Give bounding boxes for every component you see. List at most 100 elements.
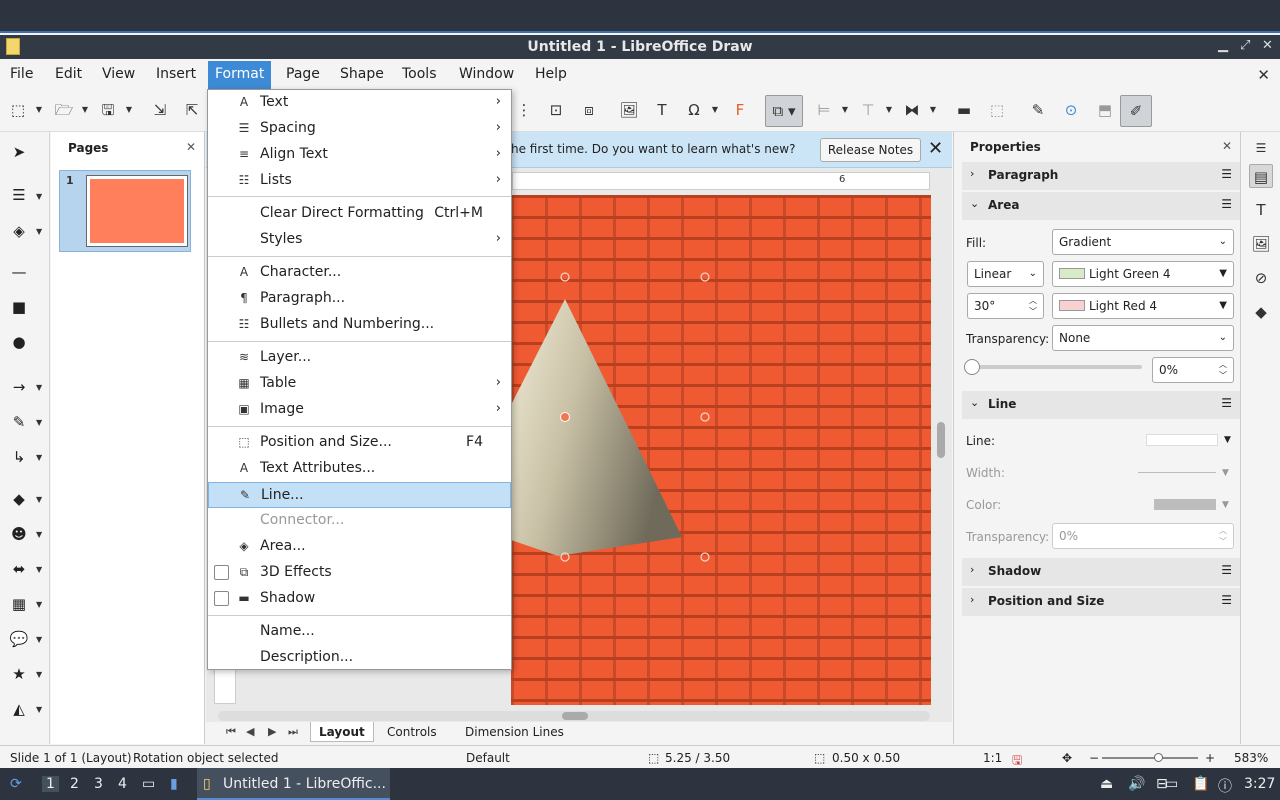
line-color-swatch[interactable] [1154, 499, 1216, 510]
page-thumbnail-1[interactable]: 1 [59, 170, 191, 252]
release-notes-button[interactable]: Release Notes [820, 138, 921, 162]
special-character-dropdown-icon[interactable]: ▼ [710, 100, 720, 120]
updates-icon[interactable]: ⓘ [1218, 776, 1232, 796]
zoom-in-icon[interactable]: + [1205, 751, 1215, 765]
align-objects-icon[interactable]: ⊨ [814, 100, 834, 120]
zoom-dropdown-icon[interactable]: ▼ [34, 100, 44, 120]
symbol-shapes-dropdown-icon[interactable]: ▼ [36, 530, 42, 539]
line-transparency-spinner[interactable]: 0% ︿ ﹀ [1052, 523, 1234, 549]
menu-item-shadow[interactable]: ▬ Shadow [208, 586, 511, 612]
curve-icon[interactable]: ✎ [8, 412, 30, 432]
rectangle-icon[interactable]: ■ [8, 297, 30, 317]
workspace-2[interactable]: 2 [70, 776, 79, 792]
last-tab-icon[interactable]: ⏭ [288, 725, 298, 739]
select-icon[interactable]: ➤ [8, 142, 30, 162]
tab-dimension-lines[interactable]: Dimension Lines [465, 725, 564, 739]
width-dropdown-icon[interactable]: ▼ [1222, 468, 1229, 478]
close-document-icon[interactable]: ✕ [1257, 66, 1270, 84]
toggle-extrusion-icon[interactable]: ⬒ [1095, 100, 1115, 120]
arrange-dropdown-icon[interactable]: ▼ [884, 100, 894, 120]
glue-points-icon[interactable]: ⊙ [1061, 100, 1081, 120]
maximize-icon[interactable]: ⤢ [1240, 38, 1250, 53]
gradient-angle-spinner[interactable]: 30° ︿ ﹀ [967, 293, 1044, 319]
workspace-3[interactable]: 3 [94, 776, 103, 792]
files-launcher-icon[interactable]: ▮ [170, 776, 178, 792]
insert-line-icon[interactable]: — [8, 262, 30, 282]
sidebar-menu-icon[interactable]: ☰ [1249, 136, 1273, 160]
transformations-icon[interactable]: ⧉ ▾ [765, 95, 803, 127]
menu-item-text-attributes[interactable]: A Text Attributes... [208, 456, 511, 482]
transparency-select[interactable]: None ⌄ [1052, 325, 1234, 351]
shadow-checkbox[interactable] [214, 591, 229, 606]
menu-item-3d-effects[interactable]: ⧉ 3D Effects [208, 560, 511, 586]
menu-item-area[interactable]: ◈ Area... [208, 534, 511, 560]
menu-help[interactable]: Help [535, 66, 567, 82]
menu-shape[interactable]: Shape [340, 66, 384, 82]
callouts-dropdown-icon[interactable]: ▼ [36, 635, 42, 644]
grid-icon[interactable]: ⋮ [514, 100, 534, 120]
fill-color-dropdown-icon[interactable]: ▼ [36, 227, 42, 236]
save-icon[interactable]: 🖫 [98, 100, 118, 120]
properties-deck-icon[interactable]: ▤ [1249, 164, 1273, 188]
snap-icon[interactable]: ⊡ [546, 100, 566, 120]
volume-icon[interactable]: 🔊 [1128, 776, 1145, 792]
more-options-icon[interactable]: ☰ [1221, 563, 1232, 577]
shadow-toolbar-icon[interactable]: ▬ [954, 100, 974, 120]
align-dropdown-icon[interactable]: ▼ [840, 100, 850, 120]
line-color-icon[interactable]: ☰ [8, 185, 30, 205]
export-icon[interactable]: ⇲ [150, 100, 170, 120]
fill-type-select[interactable]: Gradient ⌄ [1052, 229, 1234, 255]
clipboard-icon[interactable]: 📋 [1192, 776, 1209, 792]
menu-item-table[interactable]: ▦ Table › [208, 371, 511, 397]
line-width-preview[interactable] [1138, 472, 1216, 473]
zoom-pan-icon[interactable]: ⬚ [8, 100, 28, 120]
distribute-dropdown-icon[interactable]: ▼ [928, 100, 938, 120]
cone-3d-object[interactable] [511, 195, 931, 705]
menu-item-text[interactable]: A Text › [208, 90, 511, 116]
menu-item-description[interactable]: Description... [208, 645, 511, 671]
open-dropdown-icon[interactable]: ▼ [80, 100, 90, 120]
taskbar-task-libreoffice[interactable]: ▯ Untitled 1 - LibreOffic... [197, 768, 390, 800]
menu-insert[interactable]: Insert [156, 66, 196, 82]
fit-page-icon[interactable]: ✥ [1062, 751, 1072, 765]
ellipse-icon[interactable]: ● [8, 332, 30, 352]
line-color-dropdown-icon[interactable]: ▼ [1222, 500, 1229, 510]
helplines-icon[interactable]: ⧈ [579, 100, 599, 120]
line-section-header[interactable]: ⌄ Line ☰ [962, 391, 1240, 419]
special-character-icon[interactable]: Ω [684, 100, 704, 120]
close-pages-icon[interactable]: ✕ [186, 140, 196, 154]
menu-tools[interactable]: Tools [402, 66, 437, 82]
navigator-deck-icon[interactable]: ⊘ [1249, 266, 1273, 290]
more-options-icon[interactable]: ☰ [1221, 593, 1232, 607]
vertical-scrollbar-thumb[interactable] [937, 422, 945, 458]
horizontal-scrollbar[interactable] [218, 711, 930, 721]
menu-item-connector[interactable]: Connector... [208, 508, 511, 534]
connector-dropdown-icon[interactable]: ▼ [36, 453, 42, 462]
points-icon[interactable]: ✎ [1028, 100, 1048, 120]
next-tab-icon[interactable]: ▶ [268, 725, 276, 738]
menu-item-character[interactable]: A Character... [208, 260, 511, 286]
menu-item-align-text[interactable]: ≡ Align Text › [208, 142, 511, 168]
shadow-section-header[interactable]: › Shadow ☰ [962, 558, 1240, 586]
menu-item-lists[interactable]: ☷ Lists › [208, 168, 511, 194]
menu-page[interactable]: Page [286, 66, 320, 82]
flowchart-dropdown-icon[interactable]: ▼ [36, 600, 42, 609]
paragraph-section-header[interactable]: › Paragraph ☰ [962, 162, 1240, 190]
menu-item-spacing[interactable]: ☰ Spacing › [208, 116, 511, 142]
gradient-end-color-select[interactable]: Light Red 4 ▼ [1052, 293, 1234, 319]
zoom-slider[interactable] [1102, 753, 1198, 762]
fill-color-icon[interactable]: ◈ [8, 221, 30, 241]
gallery-deck-icon[interactable]: 🖼 [1249, 232, 1273, 256]
3d-objects-icon[interactable]: ◭ [8, 699, 30, 719]
area-section-header[interactable]: ⌄ Area ☰ [962, 192, 1240, 220]
export-pdf-icon[interactable]: ⇱ [182, 100, 202, 120]
menu-window[interactable]: Window [459, 66, 514, 82]
close-infobar-icon[interactable]: ✕ [928, 138, 943, 159]
position-size-section-header[interactable]: › Position and Size ☰ [962, 588, 1240, 616]
menu-item-clear-direct-formatting[interactable]: Clear Direct Formatting Ctrl+M [208, 201, 511, 227]
line-color-dropdown-icon[interactable]: ▼ [36, 192, 42, 201]
styles-deck-icon[interactable]: T [1249, 198, 1273, 222]
gradient-type-select[interactable]: Linear ⌄ [967, 261, 1044, 287]
callouts-icon[interactable]: 💬 [8, 629, 30, 649]
connector-icon[interactable]: ↳ [8, 447, 30, 467]
